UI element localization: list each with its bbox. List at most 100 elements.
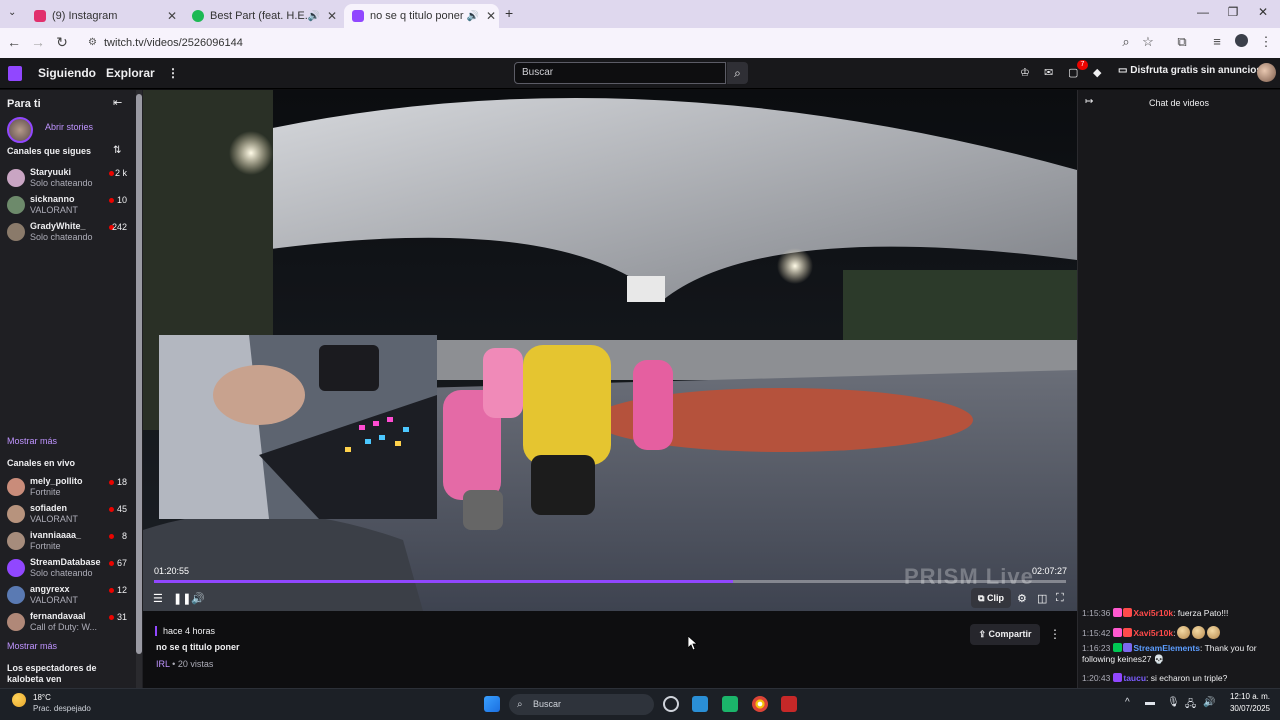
weather-icon[interactable] [12, 693, 26, 707]
profile-avatar[interactable] [1231, 34, 1251, 50]
badge-icon [1113, 608, 1123, 617]
zoom-icon[interactable]: ⌕ [1116, 34, 1136, 50]
viewer-count: 31 [116, 612, 127, 622]
sidebar-channel[interactable]: sicknanno VALORANT 10 [7, 194, 137, 218]
prime-loot-icon[interactable]: ♔ [1020, 66, 1030, 79]
minimize-icon[interactable]: — [1188, 5, 1218, 19]
theatre-mode-icon[interactable]: ◫ [1037, 592, 1047, 605]
chrome-icon[interactable] [752, 696, 768, 712]
windows-start-icon[interactable] [484, 696, 500, 712]
channel-name: ivanniaaaa_ [30, 530, 82, 540]
search-icon[interactable]: ⌕ [727, 62, 748, 84]
bits-icon[interactable]: ◆ [1093, 66, 1101, 79]
tray-overflow-icon[interactable]: ^ [1125, 697, 1130, 708]
tab-instagram[interactable]: (9) Instagram ✕ [26, 4, 180, 28]
chapters-icon[interactable]: ☰ [153, 592, 163, 605]
category-link[interactable]: IRL [156, 659, 170, 669]
whatsapp-icon[interactable] [722, 696, 738, 712]
search-input[interactable]: Buscar [514, 62, 726, 84]
sidebar-channel[interactable]: Staryuuki Solo chateando 2 k [7, 167, 137, 191]
ad-free-label: Disfruta gratis sin anuncios [1130, 65, 1262, 76]
seek-bar[interactable] [154, 580, 1066, 583]
nav-following[interactable]: Siguiendo [38, 66, 96, 80]
collapse-sidebar-icon[interactable]: ⇤ [113, 96, 122, 109]
restore-icon[interactable]: ❐ [1218, 5, 1248, 19]
chat-username[interactable]: Xavi5r10k [1133, 608, 1173, 618]
stories-avatar[interactable] [7, 117, 33, 143]
fullscreen-icon[interactable]: ⛶ [1056, 592, 1064, 605]
chat-username[interactable]: taucu [1123, 673, 1146, 683]
tab-search-dropdown-icon[interactable]: ⌄ [8, 7, 16, 18]
for-you-heading: Para ti [7, 98, 41, 110]
channel-avatar [7, 505, 25, 523]
chat-username[interactable]: Xavi5r10k [1133, 628, 1173, 638]
pause-icon[interactable]: ❚❚ [173, 592, 191, 605]
browser-menu-icon[interactable]: ⋮ [1256, 34, 1276, 50]
collapse-chat-icon[interactable]: ↦ [1085, 96, 1093, 107]
audio-playing-icon[interactable]: 🔊 [308, 11, 320, 22]
task-view-icon[interactable] [663, 696, 679, 712]
instagram-icon [34, 10, 46, 22]
inbox-icon[interactable]: ✉ [1044, 66, 1053, 79]
sidebar-channel[interactable]: sofiaden VALORANT 45 [7, 503, 137, 527]
tab-twitch[interactable]: no se q titulo poner - Twitch 🔊 ✕ [344, 4, 499, 28]
open-stories-link[interactable]: Abrir stories [45, 122, 93, 132]
taskbar-date[interactable]: 30/07/2025 [1220, 704, 1270, 713]
clip-button[interactable]: ⧉ Clip [971, 588, 1011, 608]
close-tab-icon[interactable]: ✕ [324, 9, 340, 23]
sidebar: Para ti ⇤ Abrir stories Canales que sigu… [0, 90, 143, 688]
video-player[interactable] [143, 90, 1077, 611]
close-tab-icon[interactable]: ✕ [483, 9, 499, 23]
reload-icon[interactable]: ↻ [52, 34, 72, 51]
sidebar-scrollbar-thumb[interactable] [136, 94, 142, 654]
message-time: 1:20:43 [1082, 673, 1111, 683]
nav-browse[interactable]: Explorar [106, 66, 155, 80]
app-icon[interactable] [692, 696, 708, 712]
forward-icon[interactable]: → [28, 34, 48, 50]
extensions-icon[interactable]: ⧉ [1172, 34, 1192, 50]
tab-music[interactable]: Best Part (feat. H.E.R.) • Dan 🔊 ✕ [184, 4, 340, 28]
taskbar-clock[interactable]: 12:10 a. m. [1226, 692, 1270, 701]
chat-username[interactable]: StreamElements [1133, 643, 1200, 653]
app-icon[interactable] [781, 696, 797, 712]
show-more-followed-link[interactable]: Mostrar más [7, 436, 57, 446]
spotify-icon [192, 10, 204, 22]
prism-live-watermark: PRISM Live [904, 564, 1034, 589]
url-text: twitch.tv/videos/2526096144 [104, 37, 243, 49]
speaker-icon[interactable]: 🔊 [1203, 697, 1215, 708]
twitch-logo-icon[interactable] [8, 66, 22, 81]
new-tab-button[interactable]: + [505, 5, 513, 21]
sidebar-channel[interactable]: StreamDatabase Solo chateando 67 [7, 557, 137, 581]
sidebar-channel[interactable]: GradyWhite_ Solo chateando 242 [7, 221, 137, 245]
user-avatar[interactable] [1257, 63, 1276, 82]
sidebar-channel[interactable]: ivanniaaaa_ Fortnite 8 [7, 530, 137, 554]
notification-count-badge: 7 [1077, 60, 1088, 70]
more-options-icon[interactable]: ⋮ [1049, 627, 1061, 641]
viewer-count: 12 [116, 585, 127, 595]
sidebar-channel[interactable]: fernandavaal Call of Duty: W... 31 [7, 611, 137, 635]
taskbar-search[interactable]: ⌕ Buscar [509, 694, 654, 715]
sidebar-channel[interactable]: mely_pollito Fortnite 18 [7, 476, 137, 500]
more-menu-icon[interactable]: ⋮ [167, 66, 179, 80]
sidebar-channel[interactable]: angyrexx VALORANT 12 [7, 584, 137, 608]
channel-avatar [7, 613, 25, 631]
address-bar[interactable]: ⚙ twitch.tv/videos/2526096144 [80, 31, 1120, 55]
back-icon[interactable]: ← [4, 34, 24, 50]
close-window-icon[interactable]: ✕ [1248, 5, 1278, 19]
site-info-icon[interactable]: ⚙ [88, 31, 97, 55]
show-more-live-link[interactable]: Mostrar más [7, 641, 57, 651]
media-control-icon[interactable]: ≡ [1207, 34, 1227, 49]
network-icon[interactable]: 🖧 [1185, 697, 1196, 714]
bookmark-star-icon[interactable]: ☆ [1138, 34, 1158, 50]
microphone-icon[interactable]: 🎙 [1167, 697, 1180, 708]
total-time: 02:07:27 [1032, 566, 1068, 576]
sort-icon[interactable]: ⇅ [113, 145, 121, 156]
volume-icon[interactable]: 🔊 [191, 592, 205, 605]
close-tab-icon[interactable]: ✕ [164, 9, 180, 23]
settings-gear-icon[interactable]: ⚙ [1017, 592, 1027, 605]
language-flag-icon[interactable]: ▬ [1145, 697, 1155, 708]
notifications-icon[interactable]: ▢ [1068, 66, 1078, 79]
audio-playing-icon[interactable]: 🔊 [467, 11, 479, 22]
share-button[interactable]: ⇪ Compartir [970, 624, 1040, 645]
ad-free-button[interactable]: ▭ Disfruta gratis sin anuncios [1118, 65, 1262, 76]
